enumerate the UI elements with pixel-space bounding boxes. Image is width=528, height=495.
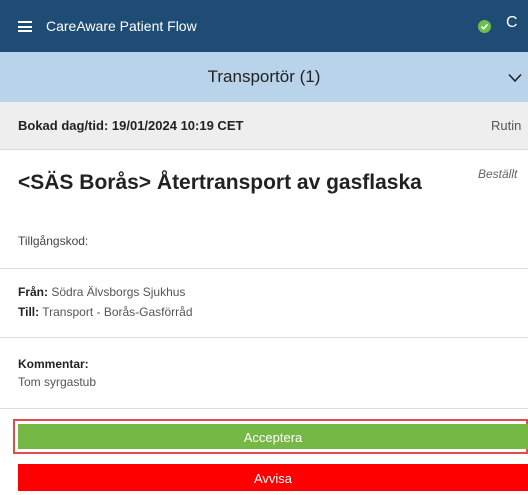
- task-status: Beställt: [478, 167, 518, 181]
- divider: [0, 268, 528, 269]
- to-line: Till: Transport - Borås-Gasförråd: [18, 305, 193, 319]
- hamburger-menu-icon[interactable]: [18, 21, 32, 32]
- transporter-section-header[interactable]: Transportör (1): [0, 52, 528, 102]
- booking-info-bar: Bokad dag/tid: 19/01/2024 10:19 CET Ruti…: [0, 102, 528, 150]
- check-circle-icon: [478, 20, 491, 33]
- comment-value: Tom syrgastub: [18, 375, 97, 389]
- chevron-down-icon[interactable]: [508, 70, 522, 88]
- reject-button[interactable]: Avvisa: [18, 464, 528, 491]
- to-value: Transport - Borås-Gasförråd: [42, 305, 193, 319]
- booked-time: Bokad dag/tid: 19/01/2024 10:19 CET: [18, 118, 244, 133]
- task-title: <SÄS Borås> Återtransport av gasflaska: [18, 171, 422, 194]
- app-header: CareAware Patient Flow C: [0, 0, 528, 52]
- from-label: Från:: [18, 285, 48, 299]
- divider: [0, 408, 528, 409]
- accept-button[interactable]: Acceptera: [18, 424, 528, 449]
- from-value: Södra Älvsborgs Sjukhus: [51, 285, 186, 299]
- section-title: Transportör (1): [207, 67, 321, 86]
- priority-label: Rutin: [491, 118, 522, 133]
- refresh-icon[interactable]: C: [506, 14, 518, 32]
- app-title: CareAware Patient Flow: [46, 18, 197, 34]
- access-code-label: Tillgångskod:: [18, 234, 89, 248]
- comment-label: Kommentar:: [18, 357, 89, 371]
- divider: [0, 337, 528, 338]
- to-label: Till:: [18, 305, 40, 319]
- from-line: Från: Södra Älvsborgs Sjukhus: [18, 285, 185, 299]
